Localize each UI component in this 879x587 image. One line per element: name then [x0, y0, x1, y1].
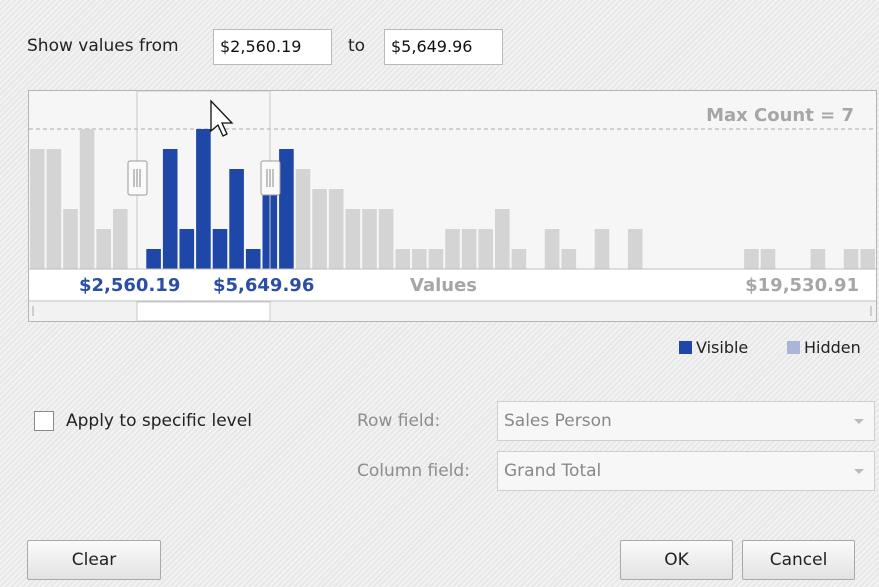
row-field-label: Row field:: [357, 411, 441, 431]
histogram-bar: [328, 189, 344, 269]
value-histogram[interactable]: Max Count = 7 $2,560.19 $5,649.96 Values…: [28, 90, 877, 322]
histogram-bar: [428, 249, 444, 269]
ok-button[interactable]: OK: [620, 540, 733, 580]
max-count-label: Max Count = 7: [706, 105, 854, 126]
min-selected-value: $2,560.19: [79, 275, 181, 296]
hidden-swatch-icon: [787, 341, 800, 354]
clear-button[interactable]: Clear: [27, 540, 161, 580]
chevron-down-icon: [854, 469, 864, 474]
histogram-bar: [511, 249, 527, 269]
histogram-bar: [810, 249, 826, 269]
histogram-bar: [395, 249, 410, 269]
histogram-bar: [212, 229, 228, 269]
histogram-bar: [113, 209, 128, 269]
max-selected-value: $5,649.96: [213, 275, 315, 296]
histogram-bar: [594, 229, 610, 269]
to-value-input[interactable]: $5,649.96: [384, 29, 503, 65]
histogram-bar: [279, 149, 294, 269]
histogram-bar: [744, 249, 759, 269]
chevron-down-icon: [854, 419, 864, 424]
cancel-button[interactable]: Cancel: [742, 540, 855, 580]
max-value-label: $19,530.91: [745, 275, 859, 296]
histogram-bar: [30, 149, 45, 269]
apply-specific-level-checkbox[interactable]: [34, 411, 54, 431]
legend-visible-label: Visible: [696, 338, 749, 357]
legend-hidden: Hidden: [787, 338, 861, 357]
histogram-bar: [345, 209, 361, 269]
histogram-bar: [544, 229, 560, 269]
axis-label: Values: [410, 275, 477, 296]
visible-swatch-icon: [679, 341, 692, 354]
right-range-handle[interactable]: [260, 160, 281, 196]
histogram-bar: [860, 249, 875, 269]
histogram-bar: [495, 209, 510, 269]
histogram-bar: [561, 249, 577, 269]
histogram-bar: [362, 209, 377, 269]
histogram-bar: [295, 169, 311, 269]
histogram-bar: [229, 169, 244, 269]
histogram-bar: [63, 209, 78, 269]
column-field-label: Column field:: [357, 461, 470, 481]
histogram-bar: [760, 249, 776, 269]
histogram-bar: [412, 249, 427, 269]
histogram-bar: [445, 229, 460, 269]
histogram-bar: [461, 229, 477, 269]
histogram-bar: [162, 149, 178, 269]
column-field-value: Grand Total: [504, 461, 602, 481]
histogram-bar: [627, 229, 643, 269]
row-field-select[interactable]: Sales Person: [497, 401, 875, 441]
histogram-bar: [478, 229, 493, 269]
show-values-from-label: Show values from: [27, 36, 179, 56]
left-range-handle[interactable]: [127, 160, 148, 196]
histogram-bar: [196, 129, 211, 269]
column-field-select[interactable]: Grand Total: [497, 451, 875, 491]
from-value-input[interactable]: $2,560.19: [213, 29, 332, 65]
histogram-bar: [378, 209, 394, 269]
histogram-bar: [79, 129, 95, 269]
legend-hidden-label: Hidden: [804, 338, 861, 357]
histogram-bar: [146, 249, 161, 269]
scrollbar-thumb: [136, 301, 271, 321]
histogram-bar: [46, 149, 62, 269]
histogram-bar: [245, 249, 261, 269]
to-label: to: [348, 36, 366, 56]
histogram-bar: [96, 229, 111, 269]
histogram-bar: [179, 229, 195, 269]
histogram-bar: [312, 189, 327, 269]
histogram-bar: [843, 249, 859, 269]
legend-visible: Visible: [679, 338, 748, 357]
row-field-value: Sales Person: [504, 411, 612, 431]
apply-specific-level-label: Apply to specific level: [66, 411, 252, 431]
